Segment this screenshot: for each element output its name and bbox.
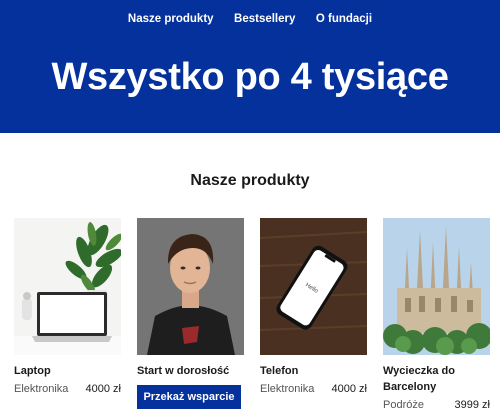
nav-link-about[interactable]: O fundacji	[316, 13, 372, 25]
product-price: 3999 zł	[454, 399, 490, 411]
hero-title: Wszystko po 4 tysiące	[51, 56, 449, 98]
top-navigation: Nasze produkty Bestsellery O fundacji	[0, 9, 500, 27]
teen-portrait-image[interactable]	[137, 218, 244, 355]
product-name[interactable]: Start w dorosłość	[137, 363, 244, 379]
sagrada-familia-image[interactable]	[383, 218, 490, 355]
product-price: 4000 zł	[85, 383, 121, 395]
product-meta: Podróże 3999 zł	[383, 399, 490, 411]
product-card-start[interactable]: Start w dorosłość Przekaż wsparcie	[137, 218, 244, 409]
product-category: Elektronika	[260, 383, 315, 395]
product-card-phone[interactable]: Hello Telefon Elektronika 4000 zł	[260, 218, 367, 395]
nav-link-products[interactable]: Nasze produkty	[128, 13, 214, 25]
laptop-image[interactable]	[14, 218, 121, 355]
product-category: Podróże	[383, 399, 424, 411]
nav-link-bestsellers[interactable]: Bestsellery	[234, 13, 295, 25]
product-card-barcelona[interactable]: Wycieczka do Barcelony Podróże 3999 zł	[383, 218, 490, 411]
product-name[interactable]: Telefon	[260, 363, 367, 379]
phone-image[interactable]: Hello	[260, 218, 367, 355]
product-name[interactable]: Laptop	[14, 363, 121, 379]
product-category: Elektronika	[14, 383, 69, 395]
product-price: 4000 zł	[331, 383, 367, 395]
section-title: Nasze produkty	[190, 172, 310, 189]
product-meta: Elektronika 4000 zł	[260, 383, 367, 395]
product-name[interactable]: Wycieczka do Barcelony	[383, 363, 490, 395]
product-card-laptop[interactable]: Laptop Elektronika 4000 zł	[14, 218, 121, 395]
donate-button[interactable]: Przekaż wsparcie	[137, 385, 241, 409]
product-meta: Elektronika 4000 zł	[14, 383, 121, 395]
hero-banner: Nasze produkty Bestsellery O fundacji Ws…	[0, 0, 500, 133]
